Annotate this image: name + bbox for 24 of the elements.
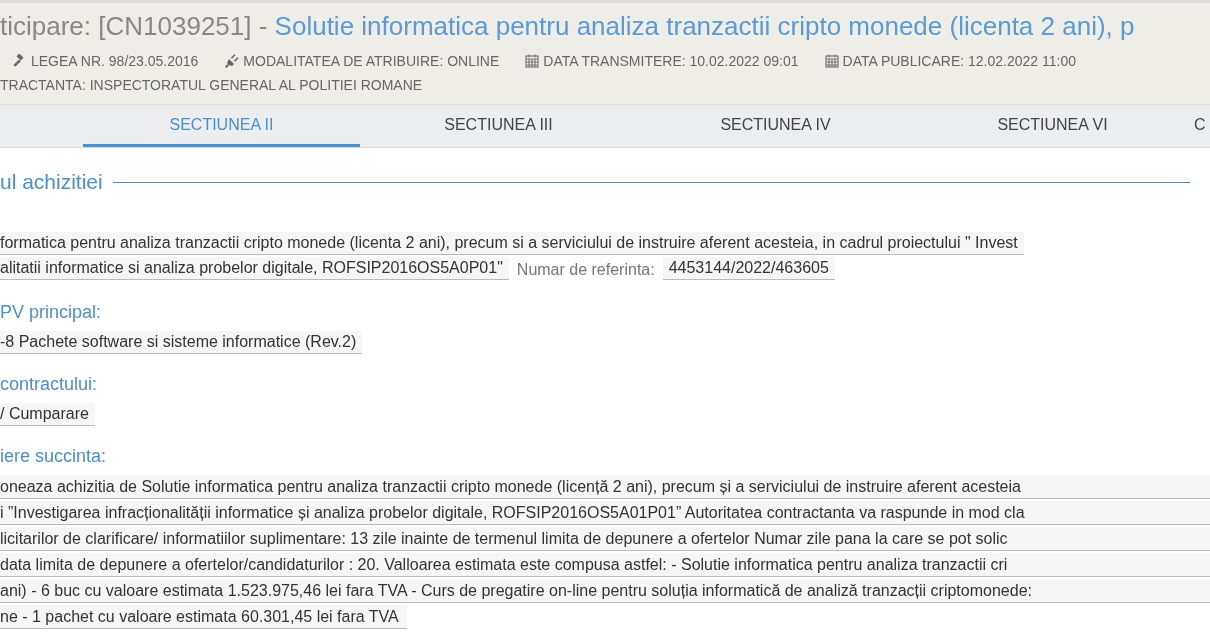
section-tab[interactable]: SECTIUNEA III bbox=[360, 105, 637, 147]
title-field: formatica pentru analiza tranzactii cripto monede (licenta 2 ani), precum si a serviciului de instruire aferent acesteia, in cadrul proiectului " Invest bbox=[0, 232, 1024, 255]
authority-text: TRACTANTA: INSPECTORATUL GENERAL AL POLITIEI ROMANE bbox=[0, 77, 423, 93]
meta-text: MODALITATEA DE ATRIBUIRE: ONLINE bbox=[243, 53, 500, 69]
calendar-icon bbox=[824, 54, 839, 68]
section-tab[interactable]: SECTIUNEA IV bbox=[637, 105, 914, 147]
section-tab[interactable]: C bbox=[1191, 105, 1210, 147]
section-tab[interactable]: SECTIUNEA VI bbox=[914, 105, 1191, 147]
notice-label: ticipare: [CN1039251] - bbox=[0, 11, 269, 41]
section-heading: ul achizitiei bbox=[0, 170, 103, 194]
cpv-label: PV principal: bbox=[0, 302, 103, 323]
calendar-icon bbox=[525, 54, 540, 68]
reference-field: 4453144/2022/463605 bbox=[662, 257, 835, 280]
contract-type-label: contractului: bbox=[0, 374, 99, 395]
meta-text: LEGEA NR. 98/23.05.2016 bbox=[31, 53, 199, 69]
description-label: iere succinta: bbox=[0, 446, 108, 467]
cpv-field: -8 Pachete software si sisteme informatice (Rev.2) bbox=[0, 331, 363, 354]
reference-label: Numar de referinta: bbox=[516, 260, 655, 279]
notice-title: Solutie informatica pentru analiza tranzactii cripto monede (licenta 2 ani), p bbox=[274, 11, 1135, 41]
plug-icon bbox=[224, 54, 240, 68]
meta-text: DATA TRANSMITERE: 10.02.2022 09:01 bbox=[543, 53, 799, 69]
title-field: alitatii informatice si analiza probelor digitale, ROFSIP2016OS5A0P01" bbox=[0, 257, 509, 280]
meta-text: DATA PUBLICARE: 12.02.2022 11:00 bbox=[842, 53, 1076, 69]
contract-type-field: / Cumparare bbox=[0, 403, 95, 426]
